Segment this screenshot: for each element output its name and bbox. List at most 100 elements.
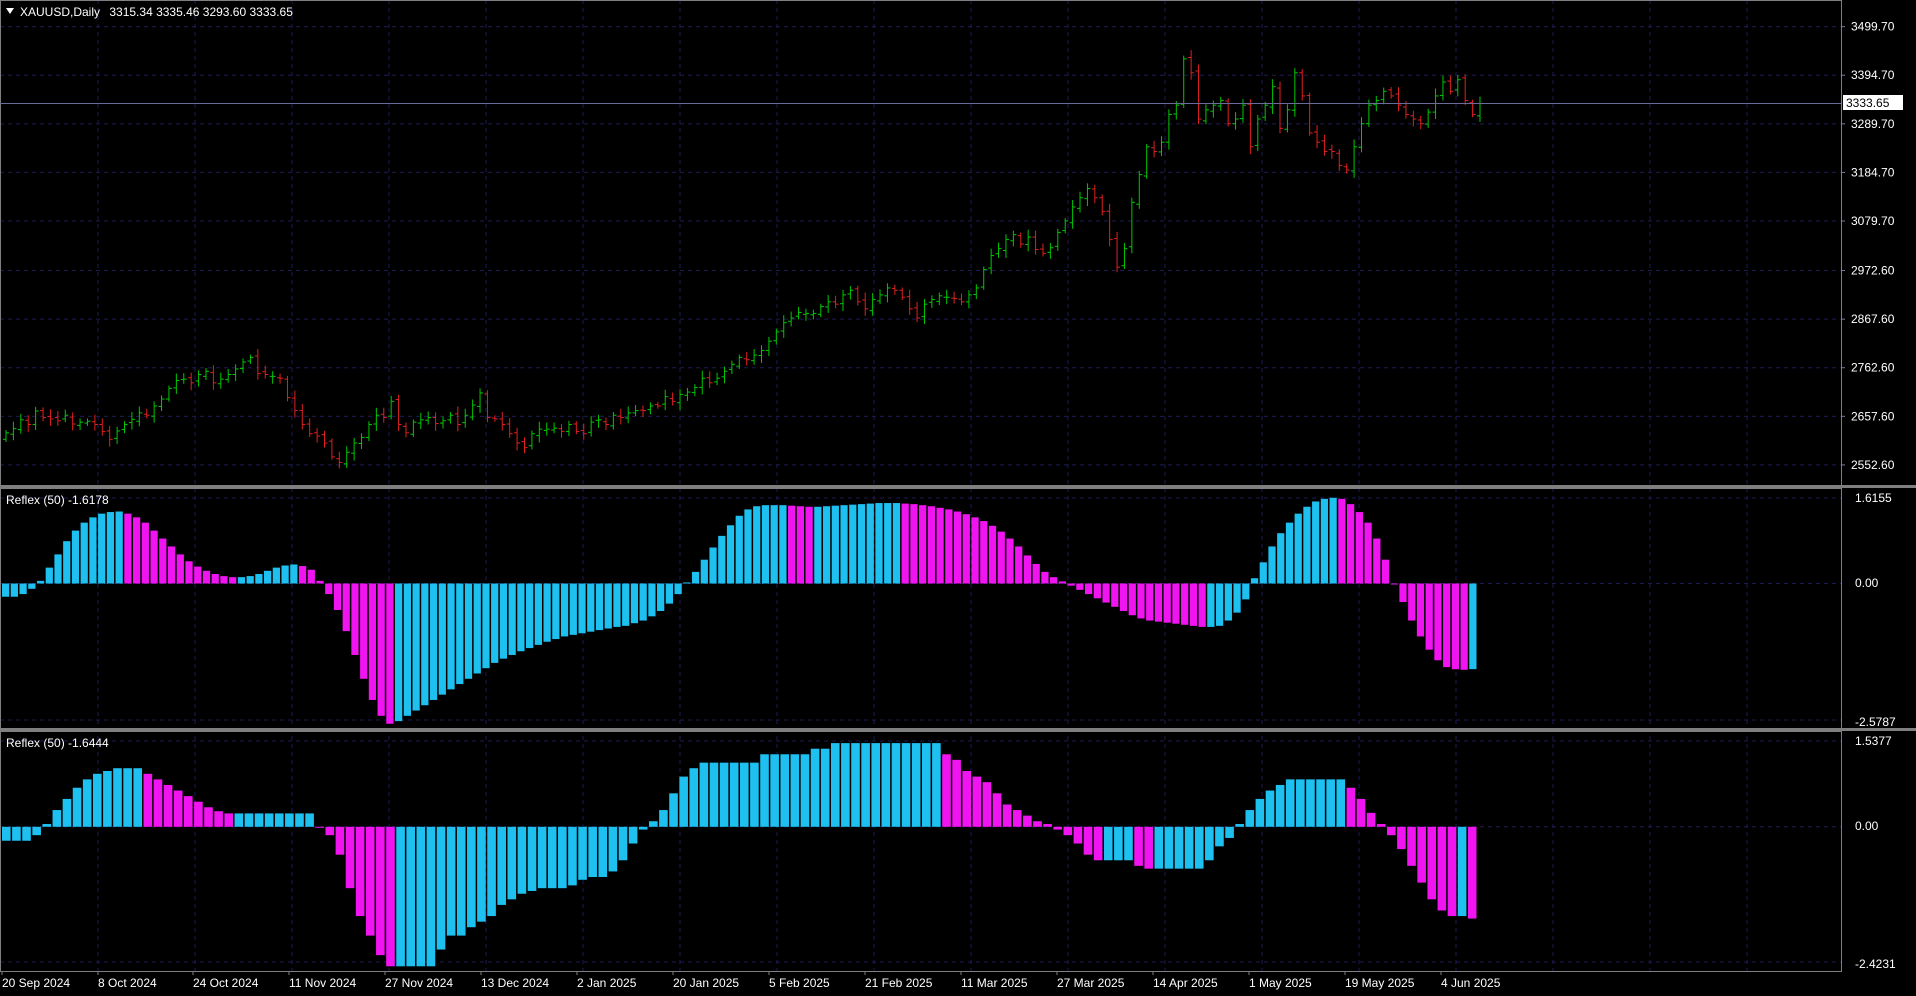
histogram-bar <box>255 573 263 584</box>
candle <box>736 354 743 369</box>
histogram-bar <box>861 743 870 827</box>
time-tick-label: 24 Oct 2024 <box>193 976 259 990</box>
candle <box>1084 183 1091 207</box>
indicator-panel-1[interactable]: Reflex (50) -1.6178 1.6155 0.00 -2.5787 <box>0 488 1897 730</box>
histogram-bar <box>1259 562 1267 584</box>
histogram-bar <box>438 583 446 695</box>
histogram-bar <box>901 743 911 827</box>
histogram-bar <box>133 517 141 584</box>
histogram-bar <box>12 826 21 841</box>
histogram-bar <box>1063 826 1073 836</box>
candle <box>1232 112 1239 130</box>
histogram-bar <box>875 503 883 584</box>
panel-separator-2[interactable] <box>0 728 1916 731</box>
time-axis[interactable]: 20 Sep 2024 8 Oct 2024 24 Oct 2024 11 Nov 2… <box>1 971 1501 990</box>
candle <box>1417 115 1424 130</box>
candle <box>1091 184 1098 204</box>
price-axis[interactable]: 3499.70 3394.70 3289.70 3184.70 3079.70 2972.… <box>1841 20 1895 472</box>
main-price-panel[interactable]: XAUUSD,Daily 3315.34 3335.46 3293.60 333… <box>0 0 1903 486</box>
histogram-bar <box>1390 583 1398 585</box>
candle <box>884 283 891 303</box>
histogram-bar <box>927 506 936 584</box>
histogram-bar <box>1399 583 1407 603</box>
panel-separator-1[interactable] <box>0 485 1916 488</box>
candle <box>173 373 180 394</box>
candle <box>1195 64 1202 125</box>
candle <box>751 349 758 365</box>
histogram-bar <box>368 583 377 700</box>
histogram-bar <box>456 826 466 936</box>
histogram-bar <box>211 573 219 584</box>
candle <box>69 412 76 431</box>
candle <box>521 437 528 454</box>
trading-chart[interactable]: XAUUSD,Daily 3315.34 3335.46 3293.60 333… <box>0 0 1916 996</box>
histogram-bar <box>333 583 342 610</box>
histogram-bar <box>1023 555 1032 584</box>
histogram-bar <box>1346 504 1355 584</box>
candle <box>1299 69 1306 101</box>
histogram-bar <box>919 505 927 584</box>
time-tick-label: 1 May 2025 <box>1249 976 1312 990</box>
histogram-bar <box>456 583 464 685</box>
histogram-bar <box>674 583 682 595</box>
candle <box>699 370 706 395</box>
histogram-bar <box>103 771 112 827</box>
histogram-bar <box>1242 583 1250 600</box>
candle <box>625 406 632 424</box>
indicator-panel-2[interactable]: Reflex (50) -1.6444 1.5377 0.00 -2.4231 <box>0 731 1897 972</box>
histogram-bar <box>436 826 446 950</box>
histogram-bar <box>377 583 385 716</box>
candle <box>425 411 432 425</box>
histogram-bar <box>558 826 567 889</box>
histogram-bar <box>537 826 547 889</box>
histogram-bar <box>962 514 970 584</box>
histogram-bar <box>699 762 709 827</box>
histogram-bar <box>395 583 403 722</box>
candle <box>528 430 535 450</box>
histogram-bar <box>1250 578 1259 584</box>
candle <box>632 405 639 417</box>
candle <box>1469 99 1476 118</box>
histogram-bar <box>700 559 708 584</box>
histogram-bar <box>133 768 143 827</box>
candle <box>1439 75 1446 101</box>
symbol-ohlc-title: XAUUSD,Daily 3315.34 3335.46 3293.60 333… <box>20 5 293 19</box>
candle <box>1010 230 1017 247</box>
histogram-bar <box>997 531 1005 584</box>
time-tick-label: 20 Sep 2024 <box>2 976 70 990</box>
histogram-bar <box>62 798 72 827</box>
histogram-bar <box>866 503 874 584</box>
candle <box>832 295 839 309</box>
histogram-bar <box>1303 506 1311 584</box>
histogram-bar <box>1277 533 1285 584</box>
candle <box>877 289 884 305</box>
histogram-bar <box>183 796 193 827</box>
indicator-title-1: Reflex (50) -1.6178 <box>6 493 109 507</box>
histogram-bar <box>141 522 149 584</box>
histogram-bar <box>1164 826 1174 869</box>
time-tick-label: 27 Nov 2024 <box>385 976 453 990</box>
histogram-bar <box>1053 826 1063 830</box>
histogram-bar <box>822 506 831 584</box>
price-tick-label: 2552.60 <box>1851 458 1895 472</box>
histogram-bar <box>202 570 211 584</box>
price-tick-label: 3289.70 <box>1851 117 1895 131</box>
histogram-bar <box>281 565 289 584</box>
candle <box>1128 197 1135 254</box>
histogram-bar <box>285 813 294 827</box>
histogram-bar <box>552 583 560 640</box>
candle <box>299 404 306 430</box>
histogram-bar <box>1326 779 1335 827</box>
histogram-bar <box>1067 583 1075 586</box>
histogram-bar <box>1198 583 1206 627</box>
symbol-dropdown-arrow-icon[interactable] <box>6 8 14 14</box>
candle <box>454 406 461 432</box>
histogram-bar <box>1050 577 1058 584</box>
candle <box>1054 228 1061 251</box>
histogram-bar <box>446 826 456 936</box>
histogram-bar <box>1443 583 1451 668</box>
candle <box>373 407 380 431</box>
time-tick-label: 2 Jan 2025 <box>577 976 637 990</box>
histogram-bar <box>98 513 106 584</box>
histogram-bar <box>1387 826 1396 836</box>
